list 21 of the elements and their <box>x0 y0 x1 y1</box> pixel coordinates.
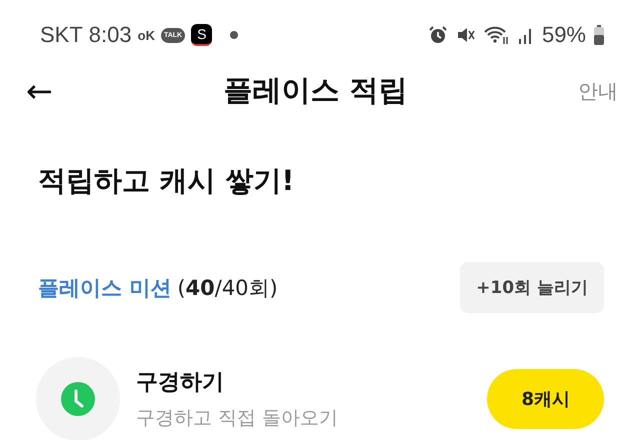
page-title: 플레이스 적립 <box>223 72 408 109</box>
mission-count: (40/40회) <box>177 274 278 302</box>
battery-percent: 59% <box>542 22 586 48</box>
ok-label: oK <box>138 28 155 42</box>
carrier: SKT <box>40 22 83 48</box>
headline: 적립하고 캐시 쌓기! <box>38 163 296 199</box>
wifi-icon <box>484 25 510 45</box>
info-link[interactable]: 안내 <box>578 78 618 104</box>
task-title: 구경하기 <box>136 369 225 397</box>
alarm-icon <box>428 25 448 45</box>
clock: 8:03 <box>88 22 132 48</box>
app-badge: S <box>191 24 212 46</box>
battery-icon <box>594 25 604 45</box>
dot-icon <box>230 31 238 39</box>
mute-icon <box>456 25 476 45</box>
back-button[interactable]: ← <box>26 72 53 110</box>
reward-button[interactable]: 8캐시 <box>487 369 604 429</box>
extend-button[interactable]: +10회 늘리기 <box>460 262 604 313</box>
mission-title: 플레이스 미션 <box>38 274 172 302</box>
task-subtitle: 구경하고 직접 돌아오기 <box>136 406 340 431</box>
clock-icon <box>61 382 95 416</box>
